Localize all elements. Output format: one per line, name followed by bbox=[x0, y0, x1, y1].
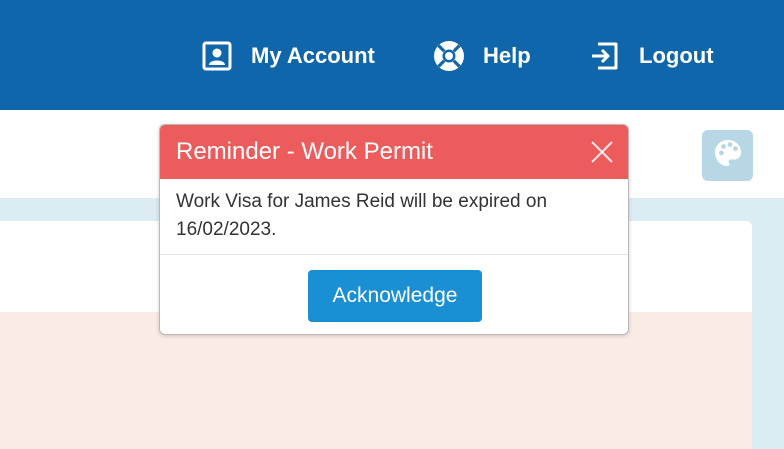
help-label: Help bbox=[483, 43, 531, 68]
lifebuoy-icon bbox=[433, 40, 465, 72]
modal-divider bbox=[160, 254, 628, 255]
top-navigation-bar: My Account Help Logout bbox=[0, 0, 784, 110]
logout-label: Logout bbox=[639, 43, 714, 68]
acknowledge-button[interactable]: Acknowledge bbox=[308, 270, 482, 322]
page: My Account Help Logout Reminder - Work P… bbox=[0, 0, 784, 449]
logout-link[interactable]: Logout bbox=[589, 38, 714, 74]
close-icon[interactable] bbox=[588, 138, 616, 166]
theme-button[interactable] bbox=[702, 130, 753, 181]
modal-header: Reminder - Work Permit bbox=[160, 125, 628, 179]
modal-message: Work Visa for James Reid will be expired… bbox=[176, 191, 548, 240]
user-card-icon bbox=[201, 40, 233, 72]
my-account-link[interactable]: My Account bbox=[201, 38, 375, 74]
my-account-label: My Account bbox=[251, 43, 375, 68]
palette-icon bbox=[713, 138, 743, 173]
sign-out-icon bbox=[589, 40, 621, 72]
reminder-modal: Reminder - Work Permit Work Visa for Jam… bbox=[159, 124, 629, 335]
modal-title: Reminder - Work Permit bbox=[176, 138, 433, 165]
help-link[interactable]: Help bbox=[433, 38, 531, 74]
